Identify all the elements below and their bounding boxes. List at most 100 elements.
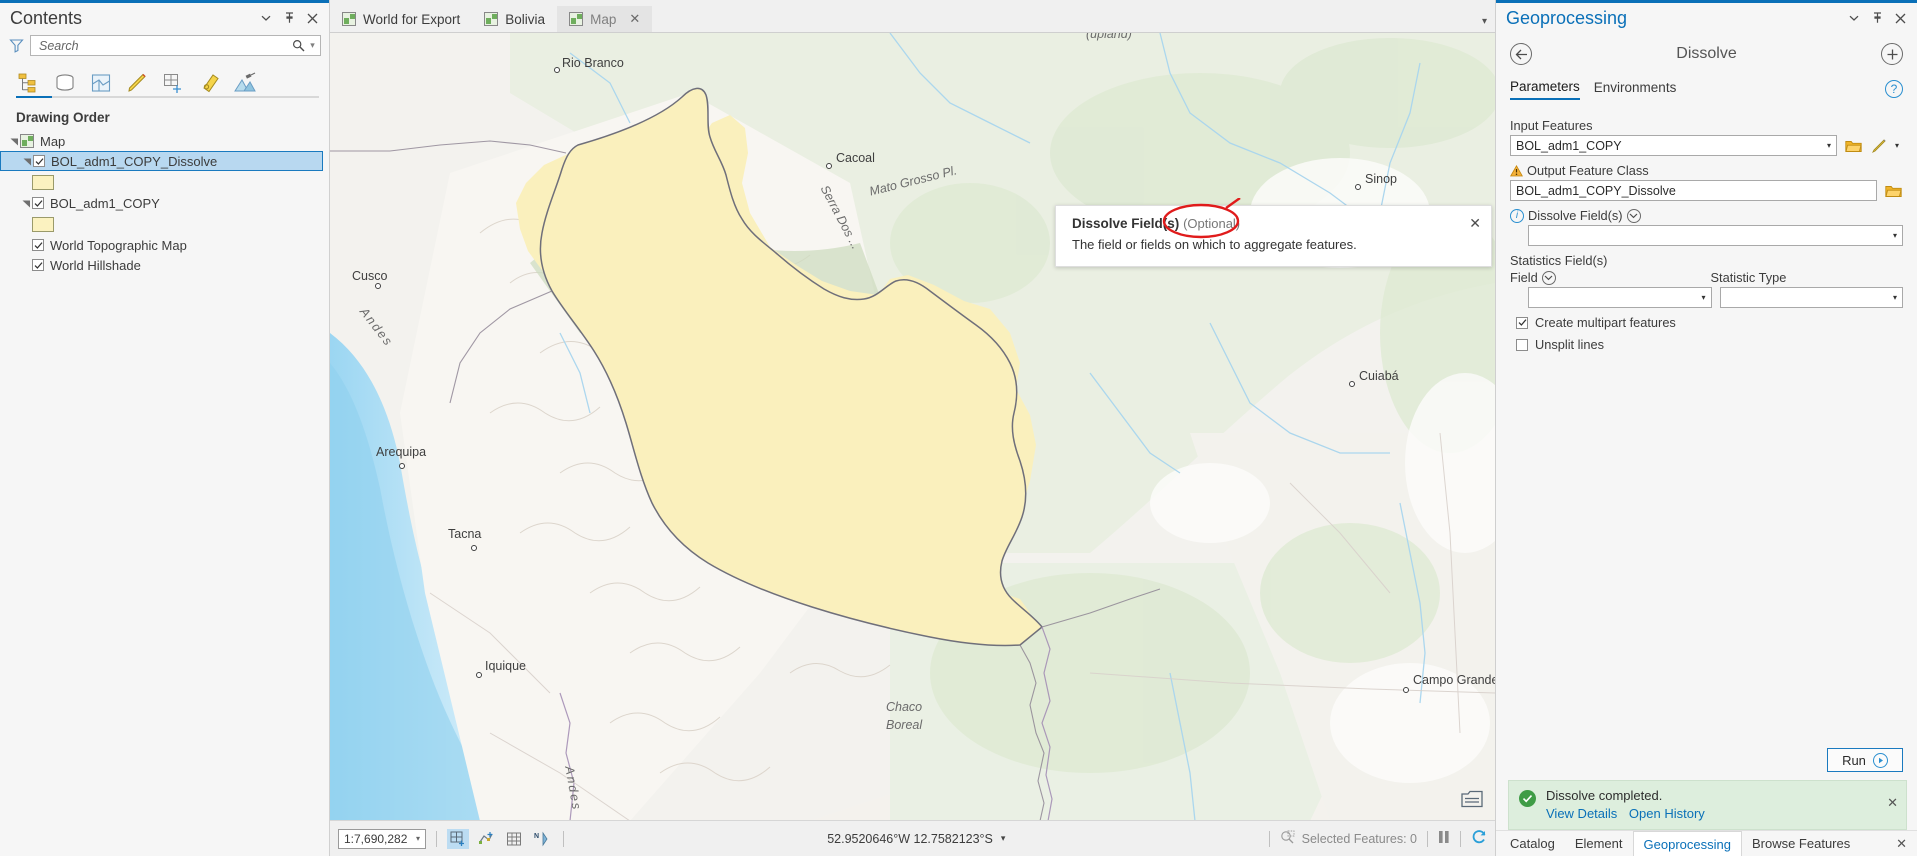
browse-folder-icon[interactable] <box>1843 136 1863 156</box>
chevron-down-icon[interactable]: ▾ <box>1890 293 1900 302</box>
scale-caret-icon[interactable]: ▾ <box>416 834 423 843</box>
map-scale-combobox[interactable]: 1:7,690,282 ▾ <box>338 828 426 849</box>
statistics-fields-label: Statistics Field(s) <box>1510 253 1903 268</box>
list-by-selection-icon[interactable] <box>88 70 114 96</box>
layer-visibility-checkbox[interactable] <box>33 155 45 167</box>
geoprocessing-close-icon[interactable] <box>1893 11 1907 25</box>
view-details-link[interactable]: View Details <box>1546 806 1617 821</box>
add-tool-icon[interactable] <box>1881 43 1903 65</box>
run-button[interactable]: Run <box>1827 748 1903 772</box>
list-by-labeling-icon[interactable] <box>196 70 222 96</box>
dissolve-fields-expand-icon[interactable] <box>1626 208 1641 223</box>
layer-symbol-row[interactable] <box>0 213 327 235</box>
layer-visibility-checkbox[interactable] <box>32 197 44 209</box>
navigation-tool-icon[interactable] <box>475 829 497 849</box>
refresh-icon[interactable] <box>1471 829 1487 848</box>
contents-pin-icon[interactable] <box>282 11 296 25</box>
contents-view-tabs <box>0 60 329 96</box>
list-by-drawing-order-icon[interactable] <box>16 70 42 96</box>
bottom-tabs-close-icon[interactable]: ✕ <box>1896 831 1913 856</box>
expander-icon[interactable] <box>20 197 32 209</box>
bottom-tab-browse-features[interactable]: Browse Features <box>1742 831 1860 856</box>
chevron-down-icon[interactable]: ▾ <box>1890 231 1900 240</box>
unsplit-lines-checkbox[interactable] <box>1516 338 1528 351</box>
north-arrow-icon[interactable]: N <box>531 829 553 849</box>
message-close-icon[interactable]: ✕ <box>1887 795 1898 811</box>
tab-world-for-export[interactable]: World for Export <box>330 6 472 32</box>
create-multipart-checkbox[interactable] <box>1516 316 1528 329</box>
coordinates-caret-icon[interactable]: ▾ <box>1001 833 1006 844</box>
dissolve-fields-label-text: Dissolve Field(s) <box>1528 208 1623 223</box>
unsplit-lines-row[interactable]: Unsplit lines <box>1516 337 1903 352</box>
run-button-bar: Run <box>1496 748 1917 780</box>
search-icon[interactable] <box>290 37 307 55</box>
open-history-link[interactable]: Open History <box>1629 806 1705 821</box>
geoprocessing-menu-caret-icon[interactable] <box>1847 11 1861 25</box>
tab-overflow-caret-icon[interactable]: ▾ <box>1482 16 1487 27</box>
output-feature-class-input[interactable]: BOL_adm1_COPY_Dissolve <box>1510 180 1877 201</box>
map-canvas[interactable]: Rio Branco Cacoal Sinop Cuiabá Campo Gra… <box>330 32 1495 820</box>
expander-icon[interactable] <box>21 155 33 167</box>
tab-bolivia[interactable]: Bolivia <box>472 6 557 32</box>
tree-item-bol-adm1-copy-dissolve[interactable]: BOL_adm1_COPY_Dissolve <box>0 151 323 171</box>
geoprocessing-title: Geoprocessing <box>1506 7 1628 28</box>
map-overview-icon[interactable] <box>1461 790 1483 808</box>
statistics-field-expand-icon[interactable] <box>1541 270 1556 285</box>
edit-options-caret-icon[interactable]: ▾ <box>1895 141 1903 150</box>
filter-icon[interactable] <box>6 36 26 56</box>
tab-close-icon[interactable]: ✕ <box>629 11 640 27</box>
drawing-order-header: Drawing Order <box>16 110 110 125</box>
search-input[interactable] <box>37 37 290 54</box>
bottom-tab-catalog[interactable]: Catalog <box>1500 831 1565 856</box>
chevron-down-icon[interactable]: ▾ <box>1824 141 1834 150</box>
list-by-data-source-icon[interactable] <box>52 70 78 96</box>
help-icon[interactable]: ? <box>1885 80 1903 98</box>
search-options-caret-icon[interactable]: ▾ <box>307 40 318 51</box>
polygon-symbol-swatch[interactable] <box>32 216 54 232</box>
tree-item-world-hillshade[interactable]: World Hillshade <box>0 255 327 275</box>
tab-parameters[interactable]: Parameters <box>1510 79 1580 100</box>
selected-features-icon <box>1280 830 1296 848</box>
statistic-type-combobox[interactable]: ▾ <box>1719 287 1903 308</box>
list-by-snapping-icon[interactable] <box>160 70 186 96</box>
layer-visibility-checkbox[interactable] <box>32 239 44 251</box>
tree-item-map[interactable]: Map <box>0 131 327 151</box>
pause-drawing-icon[interactable] <box>1438 830 1450 847</box>
tab-environments[interactable]: Environments <box>1594 80 1677 99</box>
edit-pencil-icon[interactable] <box>1869 136 1889 156</box>
table-tool-icon[interactable] <box>503 829 525 849</box>
polygon-symbol-swatch[interactable] <box>32 174 54 190</box>
tooltip-title: Dissolve Field(s) (Optional) <box>1072 216 1477 231</box>
layer-symbol-row[interactable] <box>0 171 327 193</box>
tooltip-close-icon[interactable]: ✕ <box>1469 215 1481 232</box>
contents-header: Contents <box>0 3 329 33</box>
expander-icon[interactable] <box>8 135 20 147</box>
tooltip-optional-text: (Optional) <box>1183 216 1241 231</box>
grid-tool-icon[interactable] <box>447 828 469 849</box>
input-features-combobox[interactable]: BOL_adm1_COPY ▾ <box>1510 135 1837 156</box>
chevron-down-icon[interactable]: ▾ <box>1698 293 1708 302</box>
statistics-field-combobox[interactable]: ▾ <box>1528 287 1712 308</box>
map-icon <box>20 134 34 148</box>
bottom-tab-element[interactable]: Element <box>1565 831 1633 856</box>
back-arrow-icon[interactable] <box>1510 43 1532 65</box>
browse-folder-icon[interactable] <box>1883 181 1903 201</box>
create-multipart-row[interactable]: Create multipart features <box>1516 315 1903 330</box>
search-box[interactable]: ▾ <box>30 35 321 56</box>
tree-item-bol-adm1-copy[interactable]: BOL_adm1_COPY <box>0 193 327 213</box>
tree-item-world-topographic-map[interactable]: World Topographic Map <box>0 235 327 255</box>
info-icon[interactable]: i <box>1510 208 1524 223</box>
contents-close-icon[interactable] <box>305 11 319 25</box>
tab-label: World for Export <box>363 11 461 27</box>
tab-map[interactable]: Map ✕ <box>557 6 653 32</box>
map-icon <box>569 12 584 26</box>
list-by-editing-icon[interactable] <box>124 70 150 96</box>
dissolve-fields-combobox[interactable]: ▾ <box>1528 225 1903 246</box>
list-by-charts-icon[interactable] <box>232 70 258 96</box>
geoprocessing-pin-icon[interactable] <box>1870 11 1884 25</box>
contents-menu-caret-icon[interactable] <box>259 11 273 25</box>
selected-features-count: Selected Features: 0 <box>1301 831 1417 846</box>
layer-visibility-checkbox[interactable] <box>32 259 44 271</box>
bottom-tab-geoprocessing[interactable]: Geoprocessing <box>1632 831 1742 856</box>
map-scale-value: 1:7,690,282 <box>344 831 408 846</box>
